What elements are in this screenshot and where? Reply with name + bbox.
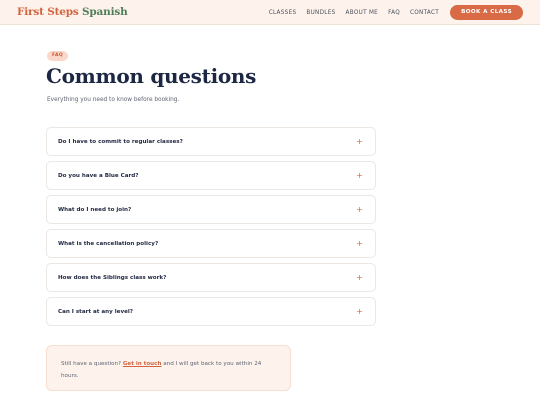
- plus-icon[interactable]: +: [356, 273, 363, 282]
- plus-icon[interactable]: +: [356, 239, 363, 248]
- faq-item-what-to-join[interactable]: What do I need to join? +: [46, 195, 376, 224]
- faq-item-cancellation[interactable]: What is the cancellation policy? +: [46, 229, 376, 258]
- faq-item-blue-card[interactable]: Do you have a Blue Card? +: [46, 161, 376, 190]
- logo-text-first-steps: First Steps: [17, 6, 79, 18]
- plus-icon[interactable]: +: [356, 205, 363, 214]
- page-subtitle: Everything you need to know before booki…: [47, 97, 180, 103]
- plus-icon[interactable]: +: [356, 137, 363, 146]
- nav-link-contact[interactable]: CONTACT: [410, 10, 439, 16]
- faq-question: What is the cancellation policy?: [58, 240, 159, 247]
- faq-item-any-level[interactable]: Can I start at any level? +: [46, 297, 376, 326]
- faq-question: What do I need to join?: [58, 206, 132, 213]
- faq-item-siblings-class[interactable]: How does the Siblings class work? +: [46, 263, 376, 292]
- get-in-touch-link[interactable]: Get in touch: [123, 361, 162, 367]
- faq-question: Do I have to commit to regular classes?: [58, 138, 183, 145]
- logo-text-spanish: Spanish: [82, 6, 128, 18]
- faq-question: Do you have a Blue Card?: [58, 172, 139, 179]
- contact-prefix-text: Still have a question?: [61, 361, 122, 367]
- book-a-class-button[interactable]: BOOK A CLASS: [450, 5, 523, 20]
- plus-icon[interactable]: +: [356, 307, 363, 316]
- nav-link-classes[interactable]: CLASSES: [269, 10, 297, 16]
- faq-question: How does the Siblings class work?: [58, 274, 167, 281]
- page-title: Common questions: [46, 64, 257, 88]
- nav-link-faq[interactable]: FAQ: [388, 10, 400, 16]
- main-nav: CLASSES BUNDLES ABOUT ME FAQ CONTACT BOO…: [269, 5, 523, 20]
- faq-list: Do I have to commit to regular classes? …: [46, 127, 376, 331]
- section-badge: FAQ: [47, 51, 69, 61]
- faq-question: Can I start at any level?: [58, 308, 134, 315]
- site-logo[interactable]: First Steps Spanish: [17, 6, 128, 18]
- nav-link-bundles[interactable]: BUNDLES: [306, 10, 335, 16]
- nav-link-about-me[interactable]: ABOUT ME: [346, 10, 379, 16]
- plus-icon[interactable]: +: [356, 171, 363, 180]
- contact-callout: Still have a question? Get in touch and …: [46, 345, 291, 391]
- site-header: First Steps Spanish CLASSES BUNDLES ABOU…: [0, 0, 540, 25]
- faq-item-commit[interactable]: Do I have to commit to regular classes? …: [46, 127, 376, 156]
